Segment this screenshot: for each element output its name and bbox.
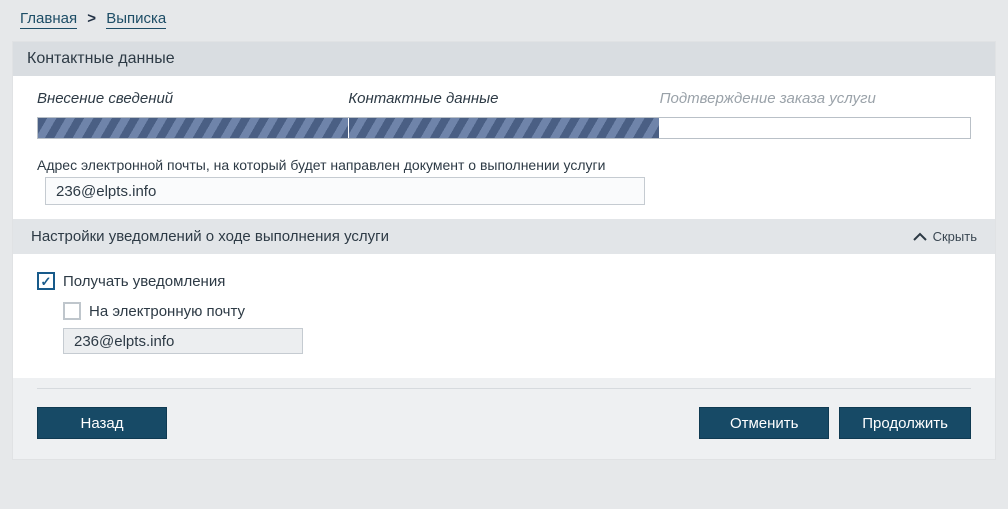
step-1-label: Внесение сведений xyxy=(37,90,348,107)
receive-notifications-checkbox[interactable]: ✓ xyxy=(37,272,55,290)
progress-seg-3 xyxy=(660,118,970,138)
by-email-checkbox-row[interactable]: ✓ На электронную почту xyxy=(63,302,971,320)
cancel-button[interactable]: Отменить xyxy=(699,407,829,439)
footer-divider xyxy=(37,388,971,389)
receive-notifications-label: Получать уведомления xyxy=(63,273,225,290)
email-field-label: Адрес электронной почты, на который буде… xyxy=(37,157,971,173)
breadcrumb-current-link[interactable]: Выписка xyxy=(106,10,166,29)
main-card: Контактные данные Внесение сведений Конт… xyxy=(12,41,996,460)
email-input[interactable] xyxy=(45,177,645,205)
progress-bar xyxy=(37,117,971,139)
wizard-steps: Внесение сведений Контактные данные Подт… xyxy=(37,90,971,107)
progress-seg-2 xyxy=(349,118,660,138)
notification-section-header: Настройки уведомлений о ходе выполнения … xyxy=(13,219,995,254)
by-email-input[interactable] xyxy=(63,328,303,354)
by-email-label: На электронную почту xyxy=(89,303,245,320)
by-email-checkbox[interactable]: ✓ xyxy=(63,302,81,320)
chevron-up-icon xyxy=(913,232,927,242)
notification-section-body: ✓ Получать уведомления ✓ На электронную … xyxy=(13,254,995,378)
step-2-label: Контактные данные xyxy=(348,90,659,107)
back-button[interactable]: Назад xyxy=(37,407,167,439)
continue-button[interactable]: Продолжить xyxy=(839,407,971,439)
breadcrumb-separator: > xyxy=(87,10,96,27)
section-toggle[interactable]: Скрыть xyxy=(913,229,977,244)
receive-notifications-row[interactable]: ✓ Получать уведомления xyxy=(37,272,971,290)
step-3-label: Подтверждение заказа услуги xyxy=(660,90,971,107)
footer-buttons: Назад Отменить Продолжить xyxy=(13,407,995,459)
card-title: Контактные данные xyxy=(13,42,995,76)
breadcrumb-home-link[interactable]: Главная xyxy=(20,10,77,29)
breadcrumb: Главная > Выписка xyxy=(0,0,1008,35)
card-body: Внесение сведений Контактные данные Подт… xyxy=(13,76,995,219)
progress-seg-1 xyxy=(38,118,349,138)
section-toggle-label: Скрыть xyxy=(933,229,977,244)
by-email-row: ✓ На электронную почту xyxy=(63,302,971,354)
notification-section-title: Настройки уведомлений о ходе выполнения … xyxy=(31,228,389,245)
